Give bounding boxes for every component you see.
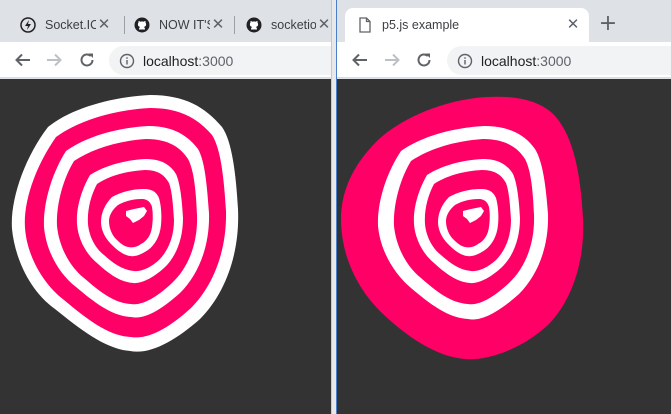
back-button[interactable]: [350, 50, 370, 70]
forward-button[interactable]: [44, 50, 64, 70]
reload-icon: [80, 53, 94, 67]
p5-canvas[interactable]: [337, 79, 671, 414]
tab-p5js-example[interactable]: p5.js example ✕: [345, 8, 589, 42]
github-icon: [134, 17, 150, 33]
arrow-left-icon: [352, 53, 367, 67]
tab-github-now[interactable]: NOW IT'S ✕: [122, 8, 234, 42]
tab-title: socketio: [271, 18, 316, 32]
socketio-icon: [20, 17, 36, 33]
arrow-right-icon: [385, 53, 400, 67]
tab-title: Socket.IO: [45, 18, 96, 32]
close-icon[interactable]: ✕: [316, 17, 331, 33]
arrow-right-icon: [47, 53, 62, 67]
address-bar[interactable]: localhost:3000: [109, 46, 331, 75]
close-icon[interactable]: ✕: [96, 17, 112, 33]
tab-strip: Socket.IO ✕ NOW IT'S ✕ socketio ✕: [0, 0, 331, 42]
new-tab-button[interactable]: +: [598, 13, 618, 35]
back-button[interactable]: [13, 50, 33, 70]
url-text: localhost:3000: [481, 52, 572, 69]
tab-socketio[interactable]: Socket.IO ✕: [8, 8, 120, 42]
toolbar: localhost:3000: [337, 42, 671, 78]
reload-icon: [417, 53, 431, 67]
plus-icon: +: [598, 11, 618, 36]
p5-canvas[interactable]: [0, 79, 331, 414]
tab-title: p5.js example: [382, 18, 460, 32]
drawing-canvas: [341, 96, 584, 360]
arrow-left-icon: [15, 53, 30, 67]
tab-strip: p5.js example ✕ +: [337, 0, 671, 42]
reload-button[interactable]: [414, 50, 434, 70]
page-icon: [357, 17, 373, 33]
tab-title: NOW IT'S: [159, 18, 210, 32]
close-icon[interactable]: ✕: [210, 17, 226, 33]
tab-github-socketio[interactable]: socketio ✕: [234, 8, 331, 42]
url-text: localhost:3000: [143, 52, 234, 69]
info-icon[interactable]: [119, 53, 135, 69]
info-icon[interactable]: [457, 53, 473, 69]
browser-window-left: Socket.IO ✕ NOW IT'S ✕ socketio ✕ localh…: [0, 0, 332, 414]
github-icon: [246, 17, 262, 33]
browser-window-right: p5.js example ✕ + localhost:3000: [336, 0, 671, 414]
reload-button[interactable]: [77, 50, 97, 70]
address-bar[interactable]: localhost:3000: [447, 46, 671, 75]
toolbar: localhost:3000: [0, 42, 331, 78]
drawing-canvas: [11, 95, 239, 352]
close-icon[interactable]: ✕: [565, 17, 581, 33]
forward-button[interactable]: [382, 50, 402, 70]
